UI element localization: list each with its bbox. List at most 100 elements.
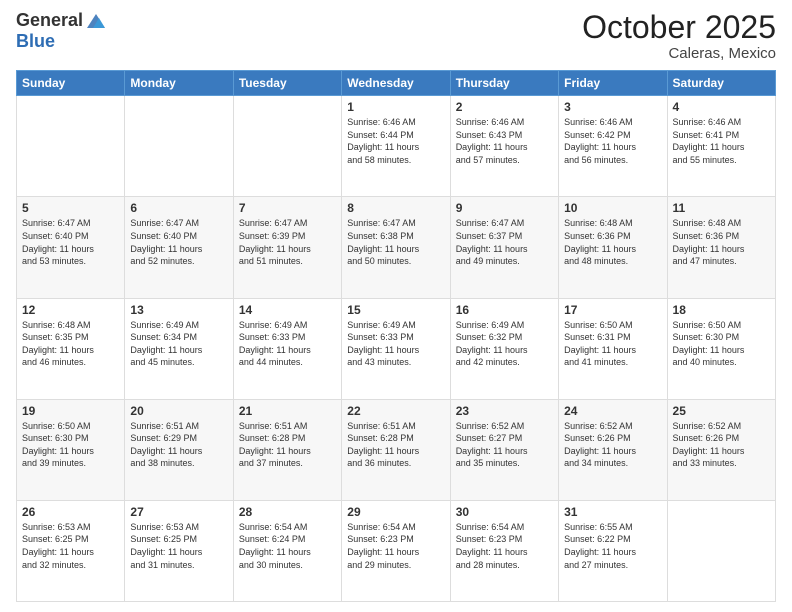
calendar-cell: 10 Sunrise: 6:48 AM Sunset: 6:36 PM Dayli… xyxy=(559,197,667,298)
day-number: 14 xyxy=(239,303,336,317)
day-number: 21 xyxy=(239,404,336,418)
day-number: 17 xyxy=(564,303,661,317)
day-info: Sunrise: 6:49 AM Sunset: 6:34 PM Dayligh… xyxy=(130,319,227,369)
day-info: Sunrise: 6:53 AM Sunset: 6:25 PM Dayligh… xyxy=(130,521,227,571)
calendar-table: SundayMondayTuesdayWednesdayThursdayFrid… xyxy=(16,70,776,602)
calendar-cell: 17 Sunrise: 6:50 AM Sunset: 6:31 PM Dayli… xyxy=(559,298,667,399)
day-number: 25 xyxy=(673,404,770,418)
day-info: Sunrise: 6:47 AM Sunset: 6:40 PM Dayligh… xyxy=(22,217,119,267)
calendar-cell: 23Sunrise: 6:52 AM Sunset: 6:27 PM Dayli… xyxy=(450,399,558,500)
day-number: 22 xyxy=(347,404,444,418)
calendar-cell xyxy=(125,96,233,197)
day-number: 26 xyxy=(22,505,119,519)
calendar-cell: 21 Sunrise: 6:51 AM Sunset: 6:28 PM Dayli… xyxy=(233,399,341,500)
day-info: Sunrise: 6:49 AM Sunset: 6:32 PM Dayligh… xyxy=(456,319,553,369)
day-info: Sunrise: 6:54 AM Sunset: 6:23 PM Dayligh… xyxy=(347,521,444,571)
day-of-week-header: Wednesday xyxy=(342,71,450,96)
page: General Blue October 2025 Caleras, Mexic… xyxy=(0,0,792,612)
calendar-week-row: 26 Sunrise: 6:53 AM Sunset: 6:25 PM Dayli… xyxy=(17,500,776,601)
day-number: 2 xyxy=(456,100,553,114)
calendar-cell: 2Sunrise: 6:46 AM Sunset: 6:43 PM Daylig… xyxy=(450,96,558,197)
day-info: Sunrise: 6:54 AM Sunset: 6:24 PM Dayligh… xyxy=(239,521,336,571)
day-info: Sunrise: 6:50 AM Sunset: 6:30 PM Dayligh… xyxy=(673,319,770,369)
day-info: Sunrise: 6:47 AM Sunset: 6:37 PM Dayligh… xyxy=(456,217,553,267)
calendar-cell: 22 Sunrise: 6:51 AM Sunset: 6:28 PM Dayli… xyxy=(342,399,450,500)
calendar-cell: 6 Sunrise: 6:47 AM Sunset: 6:40 PM Daylig… xyxy=(125,197,233,298)
calendar-cell: 7 Sunrise: 6:47 AM Sunset: 6:39 PM Daylig… xyxy=(233,197,341,298)
header: General Blue October 2025 Caleras, Mexic… xyxy=(16,10,776,62)
day-number: 13 xyxy=(130,303,227,317)
calendar-cell: 1 Sunrise: 6:46 AM Sunset: 6:44 PM Daylig… xyxy=(342,96,450,197)
calendar-week-row: 12Sunrise: 6:48 AM Sunset: 6:35 PM Dayli… xyxy=(17,298,776,399)
day-info: Sunrise: 6:46 AM Sunset: 6:41 PM Dayligh… xyxy=(673,116,770,166)
calendar-cell: 8 Sunrise: 6:47 AM Sunset: 6:38 PM Daylig… xyxy=(342,197,450,298)
day-info: Sunrise: 6:46 AM Sunset: 6:42 PM Dayligh… xyxy=(564,116,661,166)
calendar-cell: 20 Sunrise: 6:51 AM Sunset: 6:29 PM Dayli… xyxy=(125,399,233,500)
day-info: Sunrise: 6:51 AM Sunset: 6:29 PM Dayligh… xyxy=(130,420,227,470)
day-info: Sunrise: 6:48 AM Sunset: 6:36 PM Dayligh… xyxy=(673,217,770,267)
calendar-week-row: 1 Sunrise: 6:46 AM Sunset: 6:44 PM Daylig… xyxy=(17,96,776,197)
day-number: 8 xyxy=(347,201,444,215)
day-number: 4 xyxy=(673,100,770,114)
calendar-cell: 5 Sunrise: 6:47 AM Sunset: 6:40 PM Daylig… xyxy=(17,197,125,298)
calendar-cell: 25Sunrise: 6:52 AM Sunset: 6:26 PM Dayli… xyxy=(667,399,775,500)
day-info: Sunrise: 6:51 AM Sunset: 6:28 PM Dayligh… xyxy=(239,420,336,470)
day-of-week-header: Saturday xyxy=(667,71,775,96)
day-info: Sunrise: 6:52 AM Sunset: 6:27 PM Dayligh… xyxy=(456,420,553,470)
calendar-cell: 28 Sunrise: 6:54 AM Sunset: 6:24 PM Dayli… xyxy=(233,500,341,601)
day-number: 5 xyxy=(22,201,119,215)
day-info: Sunrise: 6:47 AM Sunset: 6:40 PM Dayligh… xyxy=(130,217,227,267)
day-of-week-header: Thursday xyxy=(450,71,558,96)
day-number: 18 xyxy=(673,303,770,317)
calendar-cell: 4 Sunrise: 6:46 AM Sunset: 6:41 PM Daylig… xyxy=(667,96,775,197)
logo-blue-text: Blue xyxy=(16,32,107,52)
day-info: Sunrise: 6:47 AM Sunset: 6:38 PM Dayligh… xyxy=(347,217,444,267)
day-info: Sunrise: 6:50 AM Sunset: 6:31 PM Dayligh… xyxy=(564,319,661,369)
calendar-cell: 26 Sunrise: 6:53 AM Sunset: 6:25 PM Dayli… xyxy=(17,500,125,601)
location-title: Caleras, Mexico xyxy=(582,45,776,62)
day-info: Sunrise: 6:46 AM Sunset: 6:44 PM Dayligh… xyxy=(347,116,444,166)
day-number: 16 xyxy=(456,303,553,317)
day-number: 20 xyxy=(130,404,227,418)
day-of-week-header: Tuesday xyxy=(233,71,341,96)
day-number: 28 xyxy=(239,505,336,519)
day-number: 9 xyxy=(456,201,553,215)
calendar-cell: 9 Sunrise: 6:47 AM Sunset: 6:37 PM Daylig… xyxy=(450,197,558,298)
month-title: October 2025 xyxy=(582,10,776,45)
day-info: Sunrise: 6:48 AM Sunset: 6:36 PM Dayligh… xyxy=(564,217,661,267)
day-info: Sunrise: 6:49 AM Sunset: 6:33 PM Dayligh… xyxy=(239,319,336,369)
calendar-cell: 12Sunrise: 6:48 AM Sunset: 6:35 PM Dayli… xyxy=(17,298,125,399)
day-of-week-header: Monday xyxy=(125,71,233,96)
day-info: Sunrise: 6:47 AM Sunset: 6:39 PM Dayligh… xyxy=(239,217,336,267)
day-number: 12 xyxy=(22,303,119,317)
day-info: Sunrise: 6:54 AM Sunset: 6:23 PM Dayligh… xyxy=(456,521,553,571)
day-number: 27 xyxy=(130,505,227,519)
day-number: 15 xyxy=(347,303,444,317)
day-info: Sunrise: 6:51 AM Sunset: 6:28 PM Dayligh… xyxy=(347,420,444,470)
calendar-cell: 15Sunrise: 6:49 AM Sunset: 6:33 PM Dayli… xyxy=(342,298,450,399)
day-number: 31 xyxy=(564,505,661,519)
calendar-cell: 27 Sunrise: 6:53 AM Sunset: 6:25 PM Dayli… xyxy=(125,500,233,601)
calendar-cell: 19Sunrise: 6:50 AM Sunset: 6:30 PM Dayli… xyxy=(17,399,125,500)
calendar-week-row: 5 Sunrise: 6:47 AM Sunset: 6:40 PM Daylig… xyxy=(17,197,776,298)
day-number: 10 xyxy=(564,201,661,215)
day-info: Sunrise: 6:55 AM Sunset: 6:22 PM Dayligh… xyxy=(564,521,661,571)
calendar-cell: 24Sunrise: 6:52 AM Sunset: 6:26 PM Dayli… xyxy=(559,399,667,500)
day-number: 29 xyxy=(347,505,444,519)
day-number: 11 xyxy=(673,201,770,215)
calendar-cell: 16 Sunrise: 6:49 AM Sunset: 6:32 PM Dayli… xyxy=(450,298,558,399)
logo-general-text: General xyxy=(16,11,83,31)
logo-icon xyxy=(85,10,107,32)
day-number: 7 xyxy=(239,201,336,215)
day-info: Sunrise: 6:53 AM Sunset: 6:25 PM Dayligh… xyxy=(22,521,119,571)
calendar-week-row: 19Sunrise: 6:50 AM Sunset: 6:30 PM Dayli… xyxy=(17,399,776,500)
day-number: 1 xyxy=(347,100,444,114)
logo: General Blue xyxy=(16,10,107,52)
day-info: Sunrise: 6:52 AM Sunset: 6:26 PM Dayligh… xyxy=(564,420,661,470)
calendar-cell xyxy=(667,500,775,601)
calendar-cell: 11 Sunrise: 6:48 AM Sunset: 6:36 PM Dayli… xyxy=(667,197,775,298)
calendar-cell xyxy=(233,96,341,197)
calendar-cell: 14 Sunrise: 6:49 AM Sunset: 6:33 PM Dayli… xyxy=(233,298,341,399)
day-number: 6 xyxy=(130,201,227,215)
day-number: 30 xyxy=(456,505,553,519)
